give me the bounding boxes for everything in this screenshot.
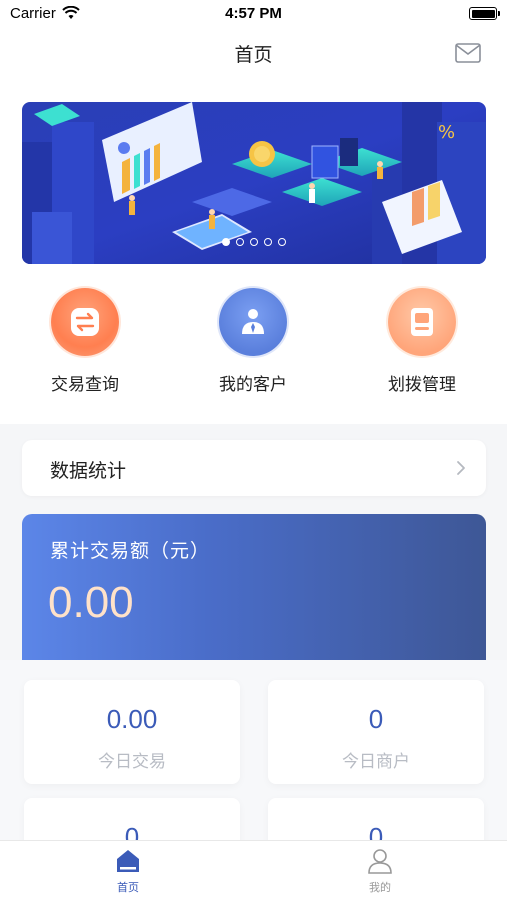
- total-amount-label: 累计交易额（元）: [50, 540, 211, 562]
- status-bar: Carrier 4:57 PM: [0, 0, 507, 28]
- action-label: 交易查询: [51, 375, 119, 395]
- total-amount-value: 0.00: [48, 578, 134, 627]
- stat-label: 今日商户: [342, 752, 410, 772]
- stat-value: 0: [368, 704, 384, 734]
- quick-actions: 交易查询 我的客户 划拨管理: [0, 288, 507, 398]
- tab-bar: 首页 我的: [0, 840, 507, 900]
- battery-icon: [469, 7, 500, 20]
- carousel-dot[interactable]: [236, 238, 244, 246]
- top-section: % 交易查询 我的客户 划拨管理: [0, 78, 507, 424]
- section-title: 数据统计: [50, 460, 127, 482]
- home-icon: [117, 850, 139, 872]
- banner-carousel[interactable]: %: [22, 102, 486, 264]
- action-label: 划拨管理: [388, 375, 456, 395]
- action-circle: [219, 288, 287, 356]
- tab-label: 我的: [369, 881, 391, 894]
- action-transaction-query[interactable]: 交易查询: [20, 288, 150, 395]
- carousel-dot[interactable]: [222, 238, 230, 246]
- page-title: 首页: [234, 44, 273, 66]
- profile-icon: [368, 849, 392, 874]
- nav-bar: 首页: [0, 28, 507, 78]
- action-transfer-management[interactable]: 划拨管理: [357, 288, 487, 395]
- clock: 4:57 PM: [225, 5, 282, 22]
- tab-profile[interactable]: 我的: [320, 847, 440, 895]
- carousel-dot[interactable]: [278, 238, 286, 246]
- mail-icon[interactable]: [455, 43, 481, 63]
- stat-card-today-transactions[interactable]: 0.00 今日交易: [24, 680, 240, 784]
- action-my-customers[interactable]: 我的客户: [188, 288, 318, 395]
- data-statistics-row[interactable]: 数据统计: [22, 440, 486, 496]
- svg-text:%: %: [438, 122, 455, 143]
- stat-card-today-merchants[interactable]: 0 今日商户: [268, 680, 484, 784]
- tab-home[interactable]: 首页: [68, 847, 188, 895]
- customer-icon: [242, 309, 264, 334]
- carousel-dots: [22, 238, 486, 246]
- exchange-icon: [71, 308, 99, 336]
- stat-label: 今日交易: [98, 752, 166, 772]
- tab-label: 首页: [117, 881, 139, 894]
- action-circle: [388, 288, 456, 356]
- stat-value: 0.00: [106, 704, 158, 734]
- transfer-book-icon: [411, 308, 433, 336]
- action-label: 我的客户: [219, 375, 287, 395]
- total-amount-card: 累计交易额（元） 0.00: [22, 514, 486, 664]
- carousel-dot[interactable]: [250, 238, 258, 246]
- action-circle: [51, 288, 119, 356]
- stats-grid: 0.00 今日交易 0 今日商户 0 0: [0, 660, 507, 900]
- chevron-right-icon: [457, 461, 465, 475]
- carousel-dot[interactable]: [264, 238, 272, 246]
